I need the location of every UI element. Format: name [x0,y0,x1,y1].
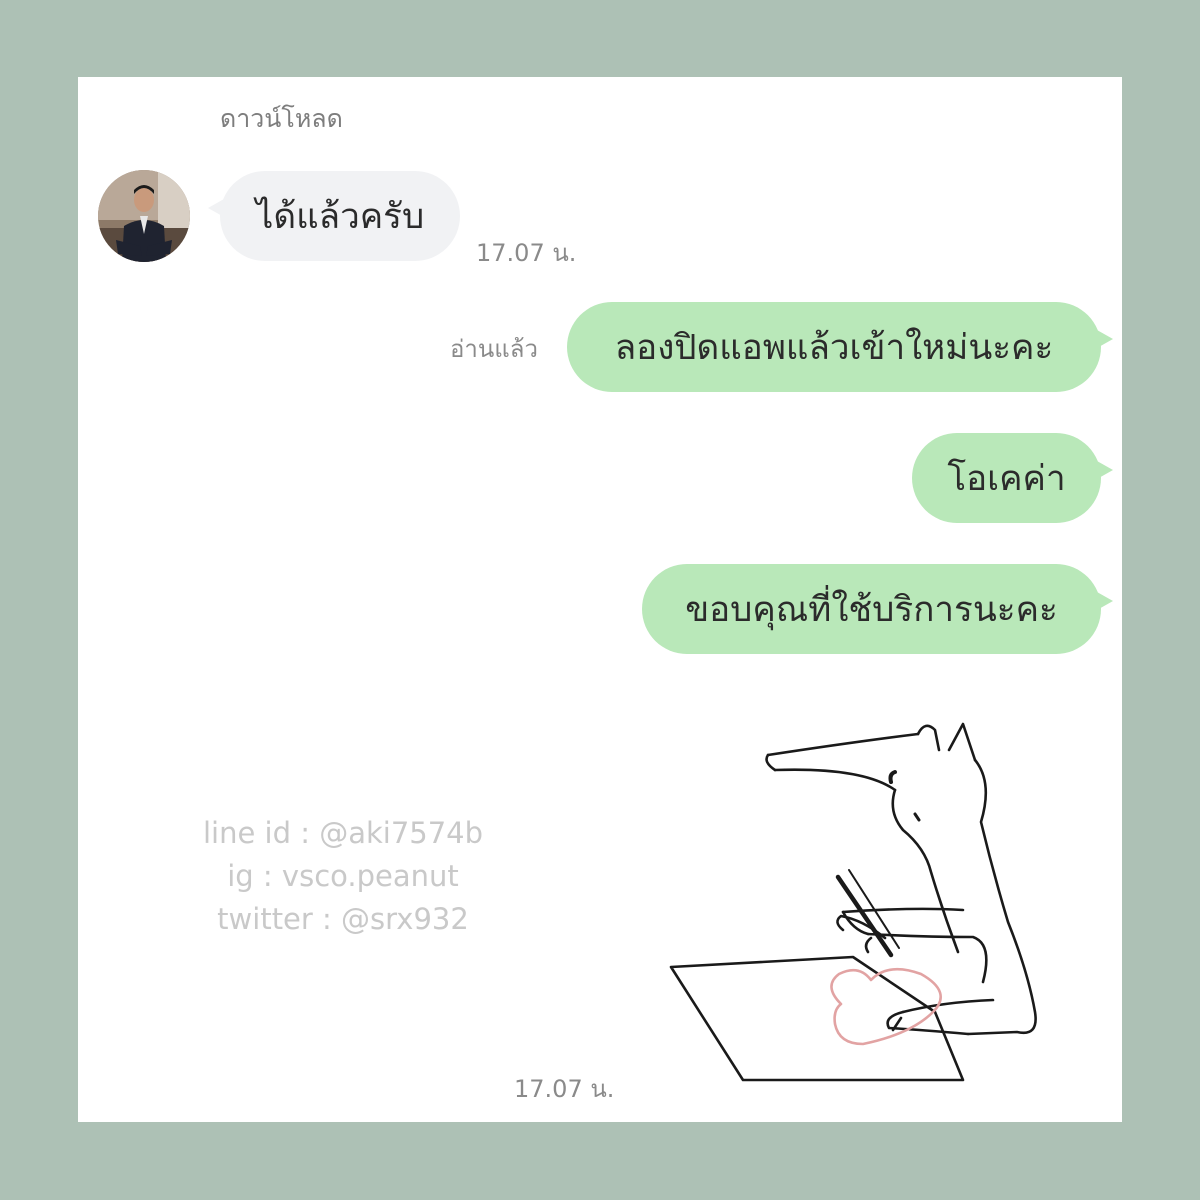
contact-watermark: line id : @aki7574b ig : vsco.peanut twi… [168,812,518,941]
bubble-tail [208,199,224,217]
bubble-tail [1097,461,1113,479]
chat-window: ดาวน์โหลด ได้แล้วครับ 17.07 น. อ่านแล้ว … [78,77,1122,1122]
contact-instagram: ig : vsco.peanut [227,859,459,893]
bubble-tail [1097,592,1113,610]
sender-name: ดาวน์โหลด [220,104,343,133]
avatar[interactable] [98,170,190,262]
message-bubble-incoming[interactable]: ได้แล้วครับ [208,171,460,261]
message-text: ได้แล้วครับ [255,196,425,237]
message-bubble-outgoing[interactable]: ขอบคุณที่ใช้บริการนะคะ [642,564,1113,654]
message-text: ขอบคุณที่ใช้บริการนะคะ [685,589,1058,630]
sticker-timestamp: 17.07 น. [514,1075,615,1103]
message-bubble-outgoing[interactable]: ลองปิดแอพแล้วเข้าใหม่นะคะ [567,302,1113,392]
bubble-tail [1097,330,1113,348]
message-text: ลองปิดแอพแล้วเข้าใหม่นะคะ [614,327,1054,368]
contact-twitter: twitter : @srx932 [217,902,469,936]
message-timestamp: 17.07 น. [476,239,577,267]
contact-line-id: line id : @aki7574b [202,816,484,850]
read-receipt: อ่านแล้ว [450,335,538,363]
message-bubble-outgoing[interactable]: โอเคค่า [912,433,1113,523]
message-text: โอเคค่า [947,458,1066,499]
fox-drawing-heart-sticker-icon[interactable] [663,712,1083,1092]
